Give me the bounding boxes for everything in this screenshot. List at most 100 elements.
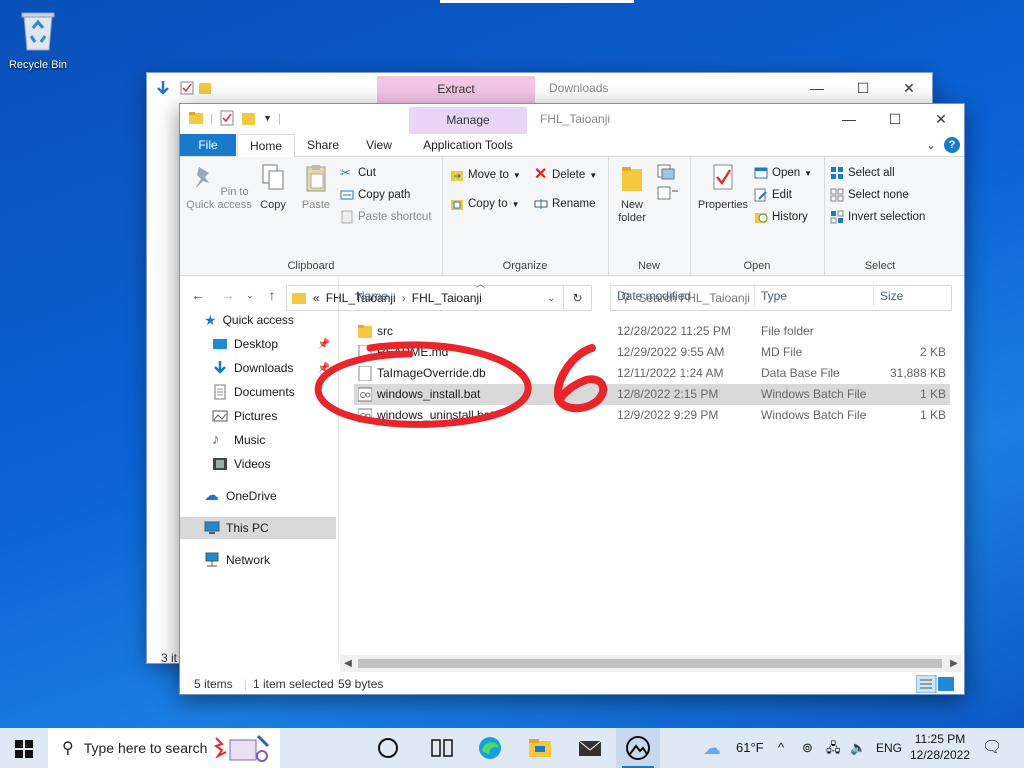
chevron-down-icon[interactable]: ⌄ [926, 134, 936, 156]
cortana-icon[interactable] [378, 738, 398, 758]
back-title-bar: Extract Downloads — ☐ ✕ [147, 73, 932, 103]
file-row[interactable]: README.md 12/29/2022 9:55 AM MD File 2 KB [354, 342, 950, 363]
column-separator[interactable] [873, 283, 874, 307]
tab-share[interactable]: Share [300, 134, 346, 156]
column-name[interactable]: Name [356, 289, 388, 303]
scroll-thumb[interactable] [358, 659, 942, 668]
file-name: TaImageOverride.db [377, 366, 486, 380]
file-row[interactable]: src 12/28/2022 11:25 PM File folder [354, 321, 950, 342]
new-folder-button[interactable]: New folder [612, 163, 652, 225]
clock[interactable]: 11:25 PM 12/28/2022 [906, 731, 974, 763]
select-none-button[interactable]: Select none [830, 185, 909, 205]
tab-home[interactable]: Home [237, 134, 295, 158]
properties-icon[interactable] [219, 110, 235, 126]
rename-button[interactable]: Rename [534, 194, 595, 214]
select-all-button[interactable]: Select all [830, 163, 895, 183]
extract-tab[interactable]: Extract [377, 76, 535, 103]
file-row[interactable]: windows_install.bat 12/8/2022 2:15 PM Wind… [354, 384, 950, 405]
document-icon [358, 366, 372, 381]
notification-icon[interactable]: 🗨 [982, 728, 1002, 768]
tab-application-tools[interactable]: Application Tools [412, 134, 524, 156]
select-all-icon [831, 167, 843, 179]
copy-to-button[interactable]: Copy to ▼ [450, 194, 520, 214]
folder-icon[interactable] [188, 110, 204, 126]
pin-icon[interactable]: 📌 [318, 339, 330, 350]
computer-icon [204, 521, 220, 534]
close-button[interactable]: ✕ [918, 104, 964, 134]
paste-shortcut-button[interactable]: Paste shortcut [340, 207, 432, 227]
nav-videos[interactable]: Videos [212, 453, 336, 475]
pin-icon [195, 167, 210, 189]
file-row[interactable]: TaImageOverride.db 12/11/2022 1:24 AM Data… [354, 363, 950, 384]
invert-selection-button[interactable]: Invert selection [830, 207, 925, 227]
file-explorer-icon[interactable] [526, 734, 554, 762]
scroll-left-icon[interactable]: ◀ [340, 655, 356, 672]
nav-onedrive[interactable]: ☁ OneDrive [204, 485, 338, 507]
nav-pictures[interactable]: Pictures [212, 405, 336, 427]
recycle-bin-shortcut[interactable]: Recycle Bin [4, 8, 72, 71]
manage-tab[interactable]: Manage [409, 107, 527, 134]
taskbar-search[interactable]: ⚲ Type here to search [48, 728, 280, 768]
pin-to-quick-access-button[interactable]: Pin to Quick access [186, 163, 252, 212]
scroll-right-icon[interactable]: ▶ [946, 655, 962, 672]
open-icon [754, 167, 768, 179]
nav-documents[interactable]: Documents [212, 381, 336, 403]
close-button[interactable]: ✕ [886, 73, 932, 103]
volume-icon[interactable]: 🔈 [850, 728, 866, 768]
open-button[interactable]: Open ▼ [754, 163, 812, 183]
nav-this-pc[interactable]: This PC [180, 517, 336, 539]
nav-network[interactable]: Network [204, 549, 338, 571]
new-item-icons[interactable] [656, 163, 682, 203]
nav-downloads[interactable]: Downloads 📌 [212, 357, 336, 379]
column-size[interactable]: Size [880, 289, 903, 303]
delete-button[interactable]: ✕ Delete ▼ [534, 165, 597, 185]
clock-time: 11:25 PM [914, 732, 966, 746]
copy-path-button[interactable]: Copy path [340, 185, 410, 205]
minimize-button[interactable]: — [794, 73, 840, 103]
windows-start-icon[interactable] [15, 740, 33, 758]
maximize-button[interactable]: ☐ [840, 73, 886, 103]
paste-button[interactable]: Paste [296, 163, 336, 212]
copy-button[interactable]: Copy [254, 163, 292, 212]
nav-quick-access[interactable]: ★ Quick access [204, 309, 338, 331]
weather-temperature[interactable]: 61°F [736, 728, 764, 768]
move-to-button[interactable]: Move to ▼ [450, 165, 521, 185]
cut-button[interactable]: ✂ Cut [340, 163, 376, 183]
desktop-icon [213, 339, 227, 349]
column-type[interactable]: Type [761, 289, 787, 303]
column-date-modified[interactable]: Date modified [617, 289, 691, 303]
customize-toolbar-icon[interactable]: ▼ [263, 113, 272, 123]
nav-music[interactable]: ♪ Music [212, 429, 336, 451]
weather-cloud-icon[interactable]: ☁ [703, 728, 721, 768]
history-button[interactable]: History [754, 207, 808, 227]
edge-browser-icon[interactable] [476, 734, 504, 762]
new-folder-icon[interactable] [241, 110, 257, 126]
minimize-button[interactable]: — [826, 104, 872, 134]
help-icon[interactable]: ? [944, 137, 960, 153]
view-toggle-icons[interactable] [916, 675, 956, 693]
task-view-icon[interactable] [428, 734, 456, 762]
edit-button[interactable]: Edit [754, 185, 792, 205]
horizontal-scrollbar[interactable]: ◀ ▶ [340, 655, 962, 672]
search-icon: ⚲ [62, 740, 74, 757]
tray-app-icon[interactable]: ⊚ [802, 728, 813, 768]
properties-button[interactable]: Properties [694, 163, 752, 212]
tab-view[interactable]: View [356, 134, 402, 156]
column-separator[interactable] [754, 283, 755, 307]
explorer-window[interactable]: | ▼ | Manage FHL_Taioanji — ☐ ✕ File Hom… [179, 103, 965, 695]
rename-icon [534, 199, 548, 209]
batch-file-icon [358, 387, 372, 402]
maximize-button[interactable]: ☐ [872, 104, 918, 134]
photos-app-active[interactable] [616, 728, 660, 768]
mail-icon[interactable] [576, 734, 604, 762]
nav-desktop[interactable]: Desktop 📌 [212, 333, 336, 355]
selection-size: 59 bytes [338, 677, 384, 691]
tab-file[interactable]: File [180, 134, 236, 156]
network-icon[interactable]: 🖧 [826, 728, 841, 768]
file-row[interactable]: windows_uninstall.bat 12/9/2022 9:29 PM Wi… [354, 405, 950, 426]
show-hidden-icons-icon[interactable]: ^ [778, 728, 784, 768]
input-language[interactable]: ENG [876, 728, 902, 768]
file-date-modified: 12/11/2022 1:24 AM [617, 366, 724, 380]
pin-icon[interactable]: 📌 [318, 363, 330, 374]
column-separator[interactable] [610, 283, 611, 307]
